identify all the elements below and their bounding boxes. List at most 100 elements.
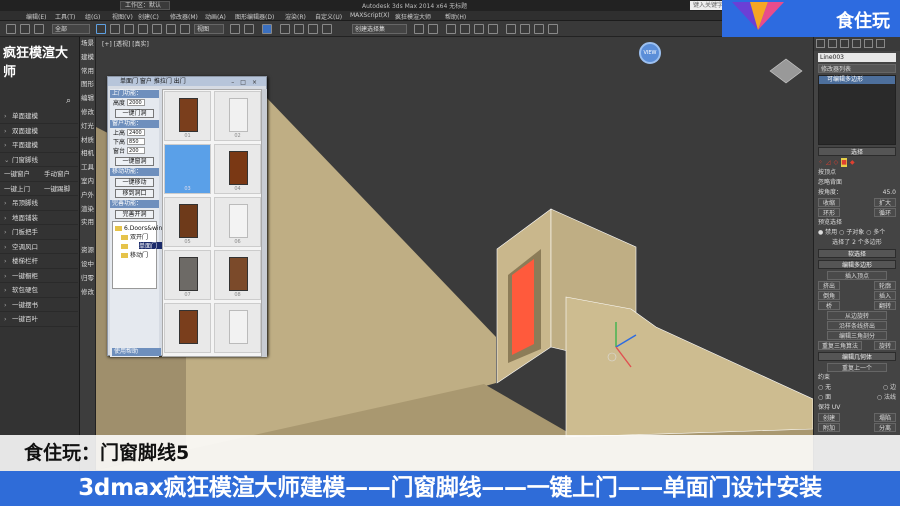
strip-camera[interactable]: 相机 xyxy=(80,147,95,161)
align-icon[interactable] xyxy=(428,24,438,34)
tree-folder-single[interactable]: 单面门 xyxy=(115,242,169,251)
window-crossing-icon[interactable] xyxy=(138,24,148,34)
opt-by-vertex[interactable]: 按顶点 xyxy=(818,168,896,177)
strip-outdoor[interactable]: 户外 xyxy=(80,189,95,203)
constraint-row-1[interactable]: ○ 无 ○ 边 xyxy=(818,383,896,392)
strip-render[interactable]: 渲染 xyxy=(80,203,95,217)
polygon-mode-icon[interactable]: ■ xyxy=(841,158,847,167)
link-icon[interactable] xyxy=(34,24,44,34)
opt-ignore-backface[interactable]: 忽略背面 xyxy=(818,178,896,187)
scale-icon[interactable] xyxy=(180,24,190,34)
plugin-item-ceiling[interactable]: › 吊顶脚线 xyxy=(0,196,78,211)
tree-folder-sliding[interactable]: 移动门 xyxy=(115,251,154,260)
plugin-item-single-wall[interactable]: › 单面建模 xyxy=(0,109,78,124)
render-setup-icon[interactable] xyxy=(520,24,530,34)
attach-button[interactable]: 附加 xyxy=(818,423,840,432)
graphite-icon[interactable] xyxy=(460,24,470,34)
curve-editor-icon[interactable] xyxy=(474,24,484,34)
layer-icon[interactable] xyxy=(446,24,456,34)
strip-tools[interactable]: 工具 xyxy=(80,161,95,175)
move-icon[interactable] xyxy=(152,24,162,34)
element-mode-icon[interactable]: ◆ xyxy=(850,158,855,167)
sill-field[interactable]: 200 xyxy=(127,147,146,154)
bottom-height-field[interactable]: 850 xyxy=(127,138,146,145)
bevel-button[interactable]: 倒角 xyxy=(818,291,840,300)
keyboard-shortcut-icon[interactable] xyxy=(262,24,272,34)
constraint-row-2[interactable]: ○ 面 ○ 法线 xyxy=(818,393,896,402)
object-name-field[interactable]: Line003 xyxy=(818,53,896,62)
plugin-item-stairs[interactable]: › 楼梯栏杆 xyxy=(0,254,78,269)
plugin-item-door-handle[interactable]: › 门板把手 xyxy=(0,225,78,240)
utilities-tab-icon[interactable] xyxy=(876,39,885,48)
turn-button[interactable]: 旋转 xyxy=(874,341,896,350)
extrude-button[interactable]: 挤出 xyxy=(818,281,840,290)
insert-vertex-button[interactable]: 插入顶点 xyxy=(827,271,887,280)
bridge-button[interactable]: 桥 xyxy=(818,301,840,310)
hierarchy-tab-icon[interactable] xyxy=(840,39,849,48)
border-mode-icon[interactable]: ◇ xyxy=(834,158,839,167)
select-by-name-icon[interactable] xyxy=(110,24,120,34)
named-selection-set[interactable]: 创建选择集 xyxy=(352,24,407,34)
redo-icon[interactable] xyxy=(20,24,30,34)
help-link[interactable]: 使用帮助 xyxy=(112,348,161,356)
door-thumb[interactable]: 02 xyxy=(214,91,261,141)
strip-light[interactable]: 灯光 xyxy=(80,120,95,134)
strip-utility[interactable]: 实用 xyxy=(80,216,95,230)
keep-uv-row[interactable]: 保持 UV xyxy=(818,403,896,412)
strip-material[interactable]: 材质 xyxy=(80,134,95,148)
door-thumb[interactable] xyxy=(164,303,211,353)
menu-plugin[interactable]: 疯狂模渲大师 xyxy=(395,12,431,21)
select-icon[interactable] xyxy=(96,24,106,34)
manual-window-button[interactable]: 手动窗户 xyxy=(44,167,70,181)
select-manipulate-icon[interactable] xyxy=(244,24,254,34)
menu-maxscript[interactable]: MAXScript(X) xyxy=(350,12,390,19)
repeat-last-button[interactable]: 重复上一个 xyxy=(827,363,887,372)
plugin-item-floor[interactable]: › 地面铺装 xyxy=(0,211,78,225)
extrude-along-spline-button[interactable]: 沿样条线挤出 xyxy=(827,321,887,330)
create-tab-icon[interactable] xyxy=(816,39,825,48)
door-thumb[interactable] xyxy=(214,303,261,353)
collapse-button[interactable]: 塌陷 xyxy=(874,413,896,422)
motion-tab-icon[interactable] xyxy=(852,39,861,48)
tree-folder-double[interactable]: 双开门 xyxy=(115,233,154,242)
viewport-label[interactable]: [+] [透视] [真实] xyxy=(102,39,149,48)
plugin-item-door-window[interactable]: ⌄ 门窗脚线 xyxy=(0,153,78,167)
complete-opening-button[interactable]: 完善开洞 xyxy=(115,210,154,219)
stack-item-editable-poly[interactable]: 可编辑多边形 xyxy=(819,76,895,84)
door-thumb[interactable]: 04 xyxy=(214,144,261,194)
window-controls[interactable]: –□× xyxy=(231,78,263,87)
strip-common[interactable]: 常用 xyxy=(80,65,95,79)
rollout-edit-polygons[interactable]: 编辑多边形 xyxy=(818,260,896,269)
strip-center[interactable]: 设中 xyxy=(80,258,95,272)
door-thumb[interactable]: 07 xyxy=(164,250,211,300)
strip-resource[interactable]: 资源 xyxy=(80,244,95,258)
menu-views[interactable]: 视图(V) xyxy=(112,12,133,21)
plugin-item-cabinet[interactable]: › 一键橱柜 xyxy=(0,269,78,283)
retriangulate-button[interactable]: 重复三角算法 xyxy=(818,341,862,350)
mirror-icon[interactable] xyxy=(414,24,424,34)
tree-root[interactable]: 6.Doors&win xyxy=(115,224,162,233)
plugin-item-blinds[interactable]: › 一键百叶 xyxy=(0,312,78,327)
snap-icon[interactable] xyxy=(280,24,290,34)
plugin-item-double-wall[interactable]: › 双面建模 xyxy=(0,124,78,138)
percent-snap-icon[interactable] xyxy=(308,24,318,34)
display-tab-icon[interactable] xyxy=(864,39,873,48)
menu-edit[interactable]: 编辑(E) xyxy=(26,12,46,21)
pivot-icon[interactable] xyxy=(230,24,240,34)
opt-by-angle[interactable]: 按角度： 45.0 xyxy=(818,188,896,197)
one-click-move-button[interactable]: 一键移动 xyxy=(115,178,154,187)
viewcube-icon[interactable] xyxy=(769,58,803,84)
hinge-button[interactable]: 从边旋转 xyxy=(827,311,887,320)
material-editor-icon[interactable] xyxy=(506,24,516,34)
strip-modeling[interactable]: 建模 xyxy=(80,51,95,65)
outline-button[interactable]: 轮廓 xyxy=(874,281,896,290)
render-icon[interactable] xyxy=(548,24,558,34)
detach-button[interactable]: 分离 xyxy=(874,423,896,432)
door-thumb[interactable]: 05 xyxy=(164,197,211,247)
create-button[interactable]: 创建 xyxy=(818,413,840,422)
menu-tools[interactable]: 工具(T) xyxy=(55,12,75,21)
menu-group[interactable]: 组(G) xyxy=(85,12,100,21)
plugin-item-plane[interactable]: › 平面建模 xyxy=(0,138,78,153)
search-icon[interactable]: ⌕ xyxy=(66,96,71,106)
spinner-snap-icon[interactable] xyxy=(322,24,332,34)
